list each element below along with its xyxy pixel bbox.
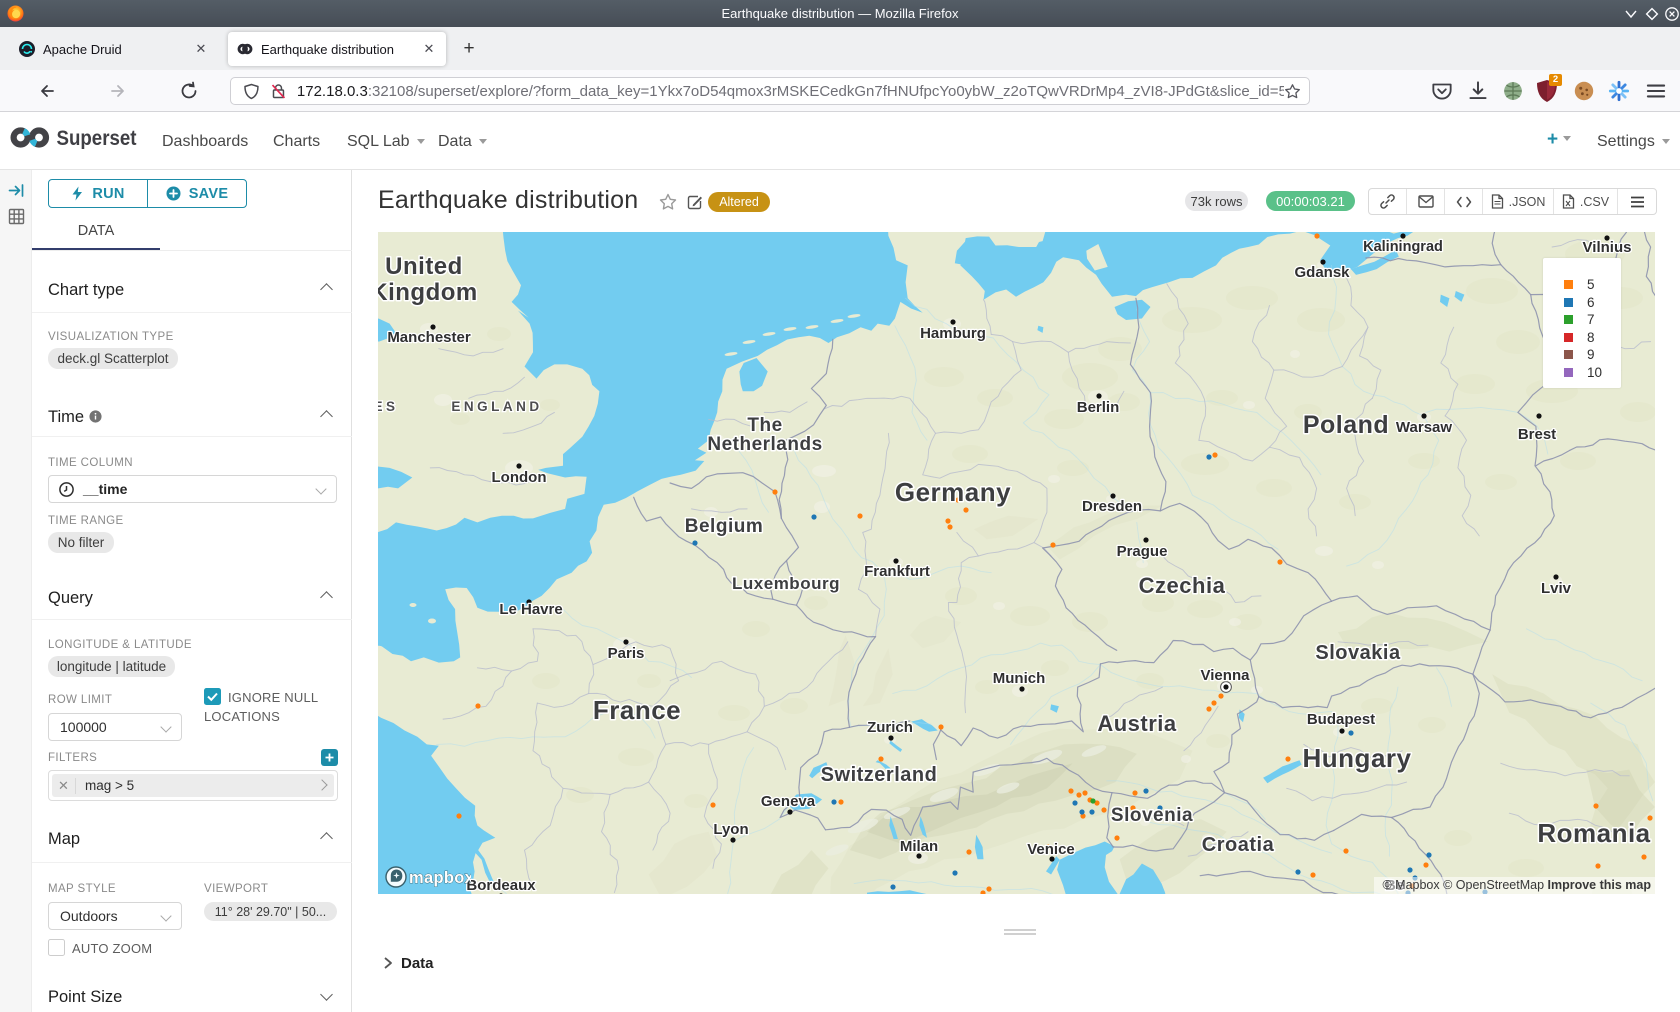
svg-text:Luxembourg: Luxembourg [732,574,840,593]
svg-text:Le Havre: Le Havre [499,601,562,618]
svg-text:Croatia: Croatia [1202,834,1275,856]
svg-text:Lviv: Lviv [1541,580,1572,597]
svg-text:Romania: Romania [1537,818,1650,848]
svg-text:Poland: Poland [1303,411,1389,439]
svg-text:Munich: Munich [993,670,1046,687]
svg-text:Geneva: Geneva [761,793,816,810]
svg-text:Vilnius: Vilnius [1583,239,1632,256]
svg-text:Slovakia: Slovakia [1315,642,1401,664]
svg-text:Hamburg: Hamburg [920,325,986,342]
svg-text:Switzerland: Switzerland [821,764,938,786]
svg-text:Venice: Venice [1027,841,1075,858]
svg-text:Belgium: Belgium [685,516,763,537]
svg-text:Manchester: Manchester [387,329,471,346]
svg-text:France: France [593,695,681,725]
svg-text:Slovenia: Slovenia [1111,805,1193,826]
svg-text:Gdansk: Gdansk [1294,264,1350,281]
svg-text:Zurich: Zurich [867,719,913,736]
svg-text:Vienna: Vienna [1201,667,1251,684]
svg-text:Warsaw: Warsaw [1396,419,1452,436]
svg-text:Frankfurt: Frankfurt [864,563,930,580]
svg-text:Prague: Prague [1117,543,1168,560]
svg-text:Paris: Paris [608,645,645,662]
svg-text:mapbox: mapbox [409,869,471,887]
svg-text:Brest: Brest [1518,426,1556,443]
svg-text:London: London [492,469,547,486]
svg-text:United: United [385,253,463,280]
svg-text:ES: ES [378,399,399,414]
svg-text:Milan: Milan [900,838,938,855]
svg-text:Czechia: Czechia [1139,573,1226,598]
svg-text:Bordeaux: Bordeaux [466,877,536,894]
svg-text:Dresden: Dresden [1082,498,1142,515]
svg-text:Netherlands: Netherlands [707,434,822,455]
svg-text:ENGLAND: ENGLAND [451,399,542,414]
svg-text:Budapest: Budapest [1307,711,1375,728]
svg-text:Lyon: Lyon [713,821,748,838]
svg-text:The: The [747,415,782,436]
svg-text:Superset: Superset [57,127,137,149]
svg-text:Kaliningrad: Kaliningrad [1363,239,1443,255]
svg-text:Berlin: Berlin [1077,399,1120,416]
svg-text:Austria: Austria [1097,711,1177,736]
svg-text:Hungary: Hungary [1303,743,1412,773]
svg-text:Kingdom: Kingdom [378,279,478,306]
svg-text:Germany: Germany [895,477,1011,507]
